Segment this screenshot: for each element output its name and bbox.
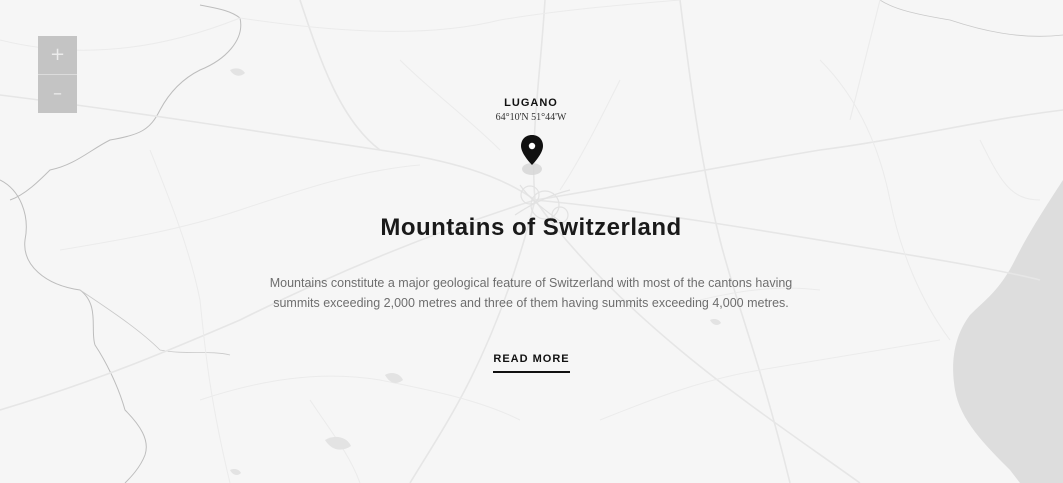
zoom-in-button[interactable]: + [38, 36, 77, 74]
zoom-out-button[interactable]: – [38, 75, 77, 113]
location-name: LUGANO [504, 97, 558, 109]
read-more-link[interactable]: READ MORE [493, 353, 570, 373]
page-title: Mountains of Switzerland [380, 214, 682, 241]
zoom-control: + – [38, 36, 77, 114]
map-pin-icon[interactable] [516, 133, 548, 179]
location-coordinates: 64°10'N 51°44'W [495, 112, 567, 123]
location-label: LUGANO 64°10'N 51°44'W [431, 97, 631, 123]
description-text: Mountains constitute a major geological … [269, 276, 793, 310]
read-more-wrapper: READ MORE [481, 349, 582, 373]
map-section: + – LUGANO 64°10'N 51°44'W Mountains of … [0, 0, 1063, 483]
